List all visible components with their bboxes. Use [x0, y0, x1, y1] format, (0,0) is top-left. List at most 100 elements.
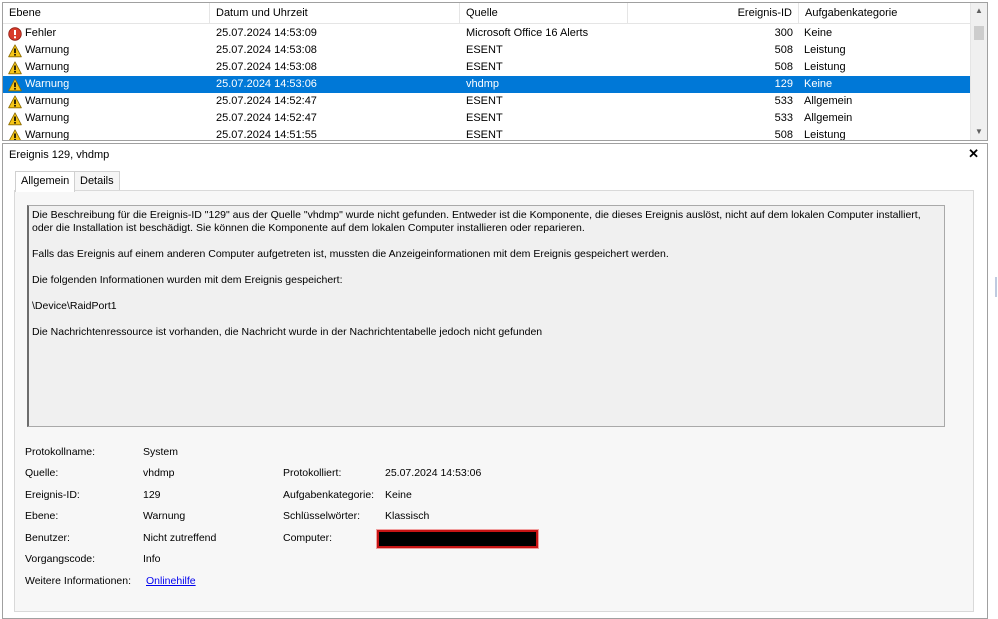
level-value: Warnung	[143, 510, 186, 522]
logged-value: 25.07.2024 14:53:06	[385, 467, 482, 479]
event-row[interactable]: Warnung 25.07.2024 14:52:47 ESENT 533 Allgem…	[3, 110, 971, 127]
detail-title: Ereignis 129, vhdmp	[9, 149, 110, 161]
event-level-cell: Warnung	[8, 110, 208, 127]
keywords-label: Schlüsselwörter:	[283, 510, 361, 522]
warning-icon	[8, 77, 22, 92]
computer-label: Computer:	[283, 532, 333, 544]
event-source: ESENT	[466, 112, 503, 124]
description-paragraph: Die folgenden Informationen wurden mit d…	[32, 274, 343, 286]
warning-icon	[8, 111, 22, 126]
column-header-datetime[interactable]: Datum und Uhrzeit	[210, 3, 460, 23]
description-paragraph: \Device\RaidPort1	[32, 300, 117, 312]
event-category: Leistung	[804, 129, 846, 141]
warning-icon	[8, 94, 22, 109]
level-label: Ebene:	[25, 510, 59, 522]
column-header-category[interactable]: Aufgabenkategorie	[799, 3, 971, 23]
description-paragraph: Falls das Ereignis auf einem anderen Com…	[32, 248, 669, 260]
event-level-text: Fehler	[25, 27, 57, 39]
event-category: Keine	[804, 27, 833, 39]
task-category-value: Keine	[385, 489, 412, 501]
event-row-selected[interactable]: Warnung 25.07.2024 14:53:06 vhdmp 129 Keine	[3, 76, 971, 93]
description-paragraph: Die Nachrichtenressource ist vorhanden, …	[32, 326, 543, 338]
event-level-cell: Warnung	[8, 127, 208, 141]
event-level-cell: Warnung	[8, 59, 208, 76]
event-level-text: Warnung	[25, 44, 70, 56]
column-header-source[interactable]: Quelle	[460, 3, 628, 23]
event-level-cell: Warnung	[8, 93, 208, 110]
more-info-label: Weitere Informationen:	[25, 575, 132, 587]
tab-content-general: Die Beschreibung für die Ereignis-ID "12…	[14, 190, 974, 612]
event-description[interactable]: Die Beschreibung für die Ereignis-ID "12…	[27, 205, 945, 427]
error-icon	[8, 26, 22, 41]
window-edge-marker	[995, 277, 997, 297]
warning-icon	[8, 60, 22, 75]
user-label: Benutzer:	[25, 532, 70, 544]
event-id: 129	[774, 78, 793, 90]
log-name-value: System	[143, 446, 179, 458]
description-paragraph: Die Beschreibung für die Ereignis-ID "12…	[32, 209, 921, 234]
scroll-thumb[interactable]	[974, 26, 984, 40]
event-list[interactable]: Ebene Datum und Uhrzeit Quelle Ereignis-…	[2, 2, 988, 141]
event-datetime: 25.07.2024 14:52:47	[216, 112, 317, 124]
event-row[interactable]: Warnung 25.07.2024 14:51:55 ESENT 508 Leistu…	[3, 127, 971, 141]
event-id: 533	[774, 95, 793, 107]
event-level-cell: Fehler	[8, 25, 208, 42]
event-row[interactable]: Warnung 25.07.2024 14:53:08 ESENT 508 Leistu…	[3, 42, 971, 59]
opcode-value: Info	[143, 553, 161, 565]
column-header-level[interactable]: Ebene	[3, 3, 210, 23]
event-datetime: 25.07.2024 14:51:55	[216, 129, 317, 141]
event-row[interactable]: Fehler 25.07.2024 14:53:09 Microsoft Offic…	[3, 25, 971, 42]
scroll-up-arrow-icon[interactable]: ▲	[971, 3, 987, 19]
event-id: 508	[774, 129, 793, 141]
event-level-text: Warnung	[25, 61, 70, 73]
source-value: vhdmp	[143, 467, 175, 479]
event-category: Allgemein	[804, 95, 853, 107]
event-id: 508	[774, 44, 793, 56]
column-header-event-id[interactable]: Ereignis-ID	[628, 3, 799, 23]
event-source: ESENT	[466, 61, 503, 73]
event-list-header: Ebene Datum und Uhrzeit Quelle Ereignis-…	[3, 3, 971, 24]
event-source: Microsoft Office 16 Alerts	[466, 27, 589, 39]
event-category: Leistung	[804, 61, 846, 73]
event-datetime: 25.07.2024 14:53:06	[216, 78, 317, 90]
event-id: 508	[774, 61, 793, 73]
event-source: ESENT	[466, 95, 503, 107]
event-row[interactable]: Warnung 25.07.2024 14:52:47 ESENT 533 Allgem…	[3, 93, 971, 110]
event-id: 533	[774, 112, 793, 124]
close-icon[interactable]: ✕	[968, 146, 979, 162]
online-help-link[interactable]: Onlinehilfe	[146, 575, 196, 587]
event-level-text: Warnung	[25, 112, 70, 124]
opcode-label: Vorgangscode:	[25, 553, 96, 565]
event-source: ESENT	[466, 44, 503, 56]
event-datetime: 25.07.2024 14:53:08	[216, 44, 317, 56]
warning-icon	[8, 43, 22, 58]
tab-details[interactable]: Details	[74, 171, 120, 191]
event-level-cell: Warnung	[8, 76, 208, 93]
tab-allgemein[interactable]: Allgemein	[15, 171, 76, 192]
event-category: Allgemein	[804, 112, 853, 124]
event-row[interactable]: Warnung 25.07.2024 14:53:08 ESENT 508 Leistu…	[3, 59, 971, 76]
event-id-value: 129	[143, 489, 161, 501]
event-id-label: Ereignis-ID:	[25, 489, 80, 501]
computer-value-redacted	[377, 530, 538, 548]
warning-icon	[8, 128, 22, 140]
event-datetime: 25.07.2024 14:53:08	[216, 61, 317, 73]
event-detail-panel: Ereignis 129, vhdmp ✕ Allgemein Details …	[2, 143, 988, 619]
event-level-cell: Warnung	[8, 42, 208, 59]
event-datetime: 25.07.2024 14:52:47	[216, 95, 317, 107]
source-label: Quelle:	[25, 467, 59, 479]
user-value: Nicht zutreffend	[143, 532, 217, 544]
event-level-text: Warnung	[25, 95, 70, 107]
event-source: ESENT	[466, 129, 503, 141]
event-level-text: Warnung	[25, 78, 70, 90]
event-level-text: Warnung	[25, 129, 70, 141]
event-id: 300	[774, 27, 793, 39]
scroll-down-arrow-icon[interactable]: ▼	[971, 124, 987, 140]
log-name-label: Protokollname:	[25, 446, 96, 458]
event-datetime: 25.07.2024 14:53:09	[216, 27, 317, 39]
logged-label: Protokolliert:	[283, 467, 342, 479]
task-category-label: Aufgabenkategorie:	[283, 489, 375, 501]
event-category: Keine	[804, 78, 833, 90]
event-list-scrollbar[interactable]: ▲ ▼	[970, 3, 987, 140]
keywords-value: Klassisch	[385, 510, 430, 522]
